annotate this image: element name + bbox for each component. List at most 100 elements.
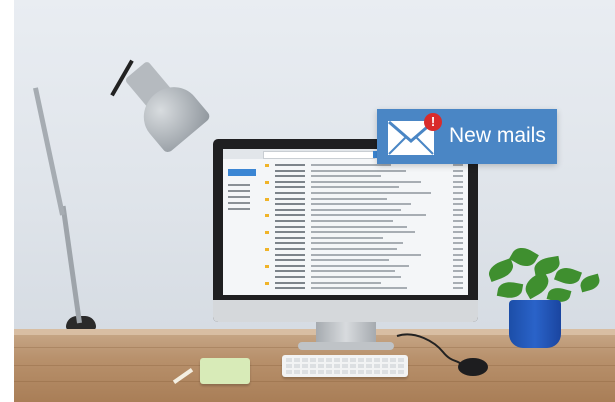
mail-row [265, 174, 463, 179]
star-icon [265, 264, 269, 268]
mail-row [265, 191, 463, 196]
keyboard-key [382, 358, 388, 362]
mail-row [265, 269, 463, 274]
keyboard-key [326, 358, 332, 362]
star-icon [265, 214, 269, 218]
monitor-stand-base [298, 342, 394, 350]
mail-subject-bar [311, 164, 391, 166]
mail-sender-bar [275, 169, 305, 172]
mail-subject-bar [311, 169, 406, 172]
sidebar-folder [228, 190, 250, 192]
notification-text: New mails [449, 124, 546, 147]
keyboard-key [326, 364, 332, 368]
mail-row [265, 236, 463, 241]
mail-subject-bar [311, 186, 399, 189]
monitor-chin [213, 300, 478, 322]
mail-date-bar [453, 287, 463, 290]
mail-sender-bar [275, 208, 305, 211]
mail-date-bar [453, 186, 463, 189]
mail-row [265, 169, 463, 174]
mail-row [265, 225, 463, 230]
mail-subject-bar [311, 259, 389, 262]
mail-date-bar [453, 197, 463, 200]
mail-subject-bar [311, 287, 407, 290]
keyboard-key [302, 370, 308, 374]
computer-mouse [458, 358, 488, 376]
mail-row [265, 185, 463, 190]
mail-subject-bar [311, 248, 397, 250]
mail-date-bar [453, 169, 463, 172]
keyboard [282, 355, 408, 377]
mail-subject-bar [311, 225, 407, 228]
mail-date-bar [453, 242, 463, 245]
keyboard-key [342, 370, 348, 374]
mail-row [265, 197, 463, 202]
keyboard-key [350, 364, 356, 368]
mail-sender-bar [275, 203, 305, 206]
keyboard-key [366, 370, 372, 374]
mail-date-bar [453, 276, 463, 278]
keyboard-key [326, 370, 332, 374]
keyboard-key [286, 370, 292, 374]
plant-pot [509, 300, 561, 348]
mail-subject-bar [311, 180, 421, 183]
mail-sender-bar [275, 281, 305, 284]
keyboard-key [286, 364, 292, 368]
office-desk-scene: ! New mails [0, 0, 615, 402]
star-icon [265, 248, 269, 251]
mail-date-bar [453, 270, 463, 273]
keyboard-key [294, 364, 300, 368]
mail-subject-bar [311, 208, 401, 211]
star-icon [265, 231, 269, 235]
mail-date-bar [453, 281, 463, 284]
keyboard-key [398, 364, 404, 368]
mail-date-bar [453, 259, 463, 262]
mail-sender-bar [275, 276, 305, 278]
keyboard-key [350, 358, 356, 362]
keyboard-key [310, 358, 316, 362]
star-icon [265, 164, 269, 167]
keyboard-key [334, 364, 340, 368]
mail-sender-bar [275, 259, 305, 262]
mail-sender-bar [275, 264, 305, 267]
mail-sender-bar [275, 231, 305, 234]
mail-subject-bar [311, 192, 431, 194]
sidebar-folder [228, 208, 250, 210]
mail-subject-bar [311, 270, 395, 273]
keyboard-key [366, 358, 372, 362]
mail-date-bar [453, 236, 463, 239]
mail-sender-bar [275, 253, 305, 256]
keyboard-key [374, 364, 380, 368]
keyboard-key [398, 370, 404, 374]
mail-row [265, 241, 463, 246]
keyboard-key [342, 364, 348, 368]
keyboard-key [350, 370, 356, 374]
mail-subject-bar [311, 197, 387, 200]
mail-date-bar [453, 214, 463, 217]
mail-row [265, 286, 463, 291]
mail-subject-bar [311, 175, 381, 178]
mail-sender-bar [275, 287, 305, 290]
mail-sender-bar [275, 197, 305, 200]
keyboard-key [382, 370, 388, 374]
mail-sender-bar [275, 220, 305, 222]
sidebar-folder [228, 196, 250, 198]
mail-row [265, 208, 463, 213]
mail-date-bar [453, 220, 463, 222]
mail-date-bar [453, 208, 463, 211]
mail-sender-bar [275, 214, 305, 217]
keyboard-key [294, 370, 300, 374]
star-icon [265, 281, 269, 285]
mail-date-bar [453, 164, 463, 166]
keyboard-key [310, 364, 316, 368]
keyboard-key [310, 370, 316, 374]
mail-sender-bar [275, 242, 305, 245]
mail-sender-bar [275, 248, 305, 250]
keyboard-key [318, 364, 324, 368]
mail-row [265, 202, 463, 207]
mail-sender-bar [275, 186, 305, 189]
keyboard-key [382, 364, 388, 368]
mail-row [265, 253, 463, 258]
mail-row [265, 180, 463, 185]
mail-subject-bar [311, 276, 401, 278]
